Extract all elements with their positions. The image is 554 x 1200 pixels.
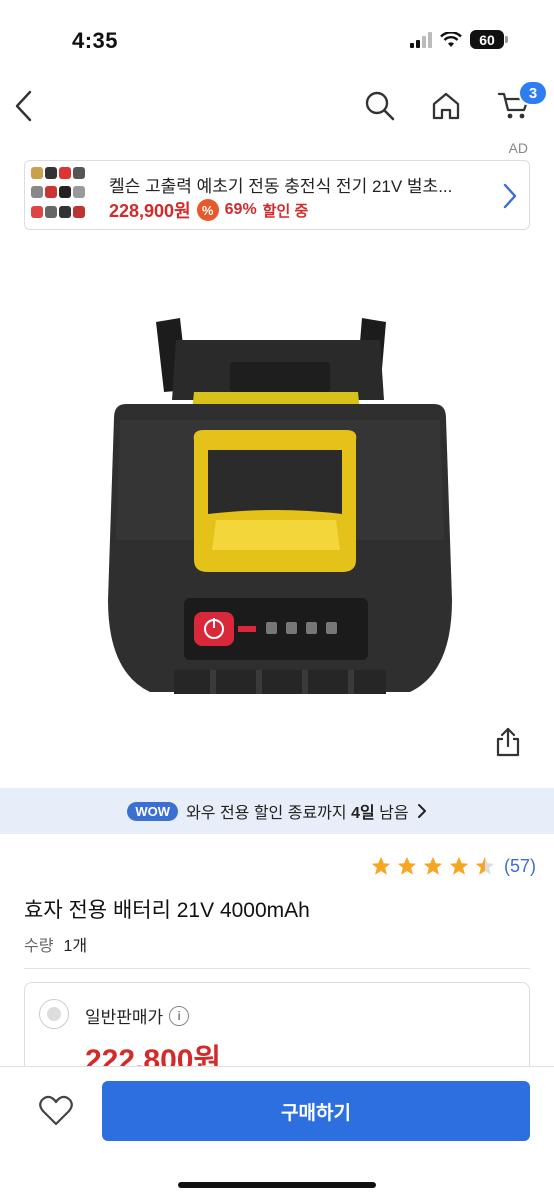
price-type: 일반판매가 i (85, 1003, 190, 1028)
battery-pack-image (108, 318, 452, 694)
quantity-row: 수량 1개 (24, 932, 87, 956)
wifi-icon (440, 31, 462, 47)
wow-badge: WOW (127, 801, 179, 821)
cart-count-badge: 3 (518, 80, 548, 106)
share-button[interactable] (490, 724, 526, 760)
ad-title: 켈슨 고출력 예초기 전동 충전식 전기 21V 벌초... (109, 177, 453, 196)
star-full-icon (371, 856, 391, 875)
search-icon (365, 91, 395, 121)
buy-button[interactable]: 구매하기 (102, 1081, 530, 1141)
chevron-right-icon (417, 804, 426, 818)
ad-label: AD (508, 140, 528, 156)
ad-product-thumbnail (29, 165, 93, 225)
status-icons: 60 (410, 30, 508, 49)
quantity-value: 1개 (63, 938, 88, 955)
price-type-label: 일반판매가 (85, 1008, 164, 1027)
wow-discount-banner[interactable]: WOW 와우 전용 할인 종료까지 4일 남음 (0, 788, 554, 834)
star-full-icon (423, 856, 443, 875)
battery-icon: 60 (470, 30, 508, 49)
product-title: 효자 전용 배터리 21V 4000mAh (24, 899, 310, 922)
chevron-left-icon (15, 90, 32, 122)
chevron-right-icon (503, 183, 517, 209)
ad-banner[interactable]: 켈슨 고출력 예초기 전동 충전식 전기 21V 벌초... 228,900원 … (24, 160, 530, 230)
product-image[interactable] (80, 300, 480, 720)
info-icon[interactable]: i (169, 1005, 190, 1026)
bottom-action-bar: 구매하기 (0, 1066, 554, 1200)
home-indicator (178, 1182, 376, 1188)
product-rating[interactable]: (57) (370, 855, 536, 877)
divider (24, 968, 530, 969)
ad-discount-suffix: 할인 중 (262, 202, 309, 220)
status-time: 4:35 (72, 28, 119, 53)
back-button[interactable] (6, 86, 42, 126)
share-icon (496, 727, 520, 757)
ad-open-button[interactable] (503, 183, 517, 214)
top-nav (0, 72, 554, 142)
home-button[interactable] (426, 86, 466, 126)
wow-banner-text: 와우 전용 할인 종료까지 4일 남음 (186, 799, 409, 823)
status-bar: 4:35 60 (0, 0, 554, 70)
wow-text-suffix: 남음 (379, 805, 409, 822)
star-half-icon (475, 856, 495, 875)
ad-price-row: 228,900원 % 69% 할인 중 (109, 197, 308, 223)
star-full-icon (449, 856, 469, 875)
home-icon (432, 92, 460, 120)
wishlist-button[interactable] (36, 1091, 76, 1131)
battery-level: 60 (470, 30, 504, 49)
wow-days-left: 4일 (351, 805, 375, 822)
ad-discount: 69% (224, 201, 257, 218)
signal-icon (410, 31, 432, 48)
ad-price: 228,900원 (109, 201, 191, 221)
price-option-radio[interactable] (39, 999, 69, 1029)
quantity-label: 수량 (24, 938, 54, 955)
review-count: (57) (503, 855, 536, 876)
heart-icon (39, 1095, 73, 1126)
wow-text-prefix: 와우 전용 할인 종료까지 (186, 805, 347, 822)
discount-percent-icon: % (196, 199, 219, 221)
search-button[interactable] (360, 86, 400, 126)
star-full-icon (397, 856, 417, 875)
